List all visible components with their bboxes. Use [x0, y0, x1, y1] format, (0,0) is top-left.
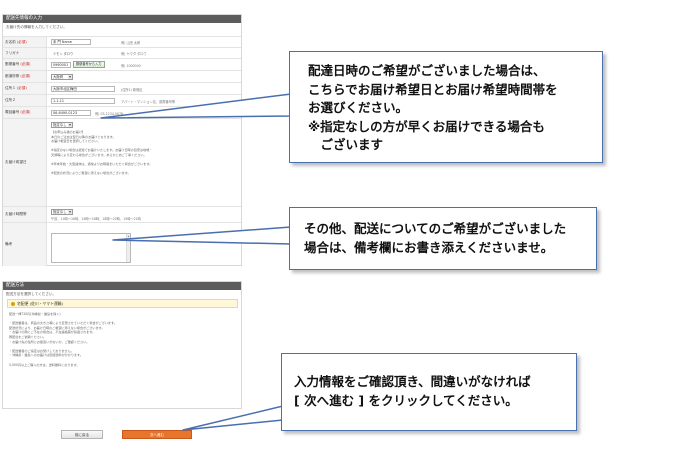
- delivery-time-label: お届け時間帯: [3, 207, 47, 222]
- postal-input[interactable]: 0960001: [51, 62, 71, 68]
- shipping-method-title: 配送方法: [3, 282, 241, 290]
- kana-row: フリガナ ミモン タロウ 例) ヤマダ タロウ: [3, 47, 241, 58]
- delivery-wish-label: お届け希望日: [3, 119, 47, 206]
- back-button[interactable]: 前に戻る: [61, 430, 103, 439]
- address2-input[interactable]: 1-1-11: [51, 98, 115, 104]
- delivery-time-hint: 午前、14時〜16時、16時〜18時、18時〜20時、19時〜21時: [51, 217, 141, 221]
- callout-date-time: 配達日時のご希望がございました場合は、 こちらでお届け希望日とお届け希望時間帯を…: [289, 51, 603, 163]
- address1-input[interactable]: 大阪市北区梅田: [51, 86, 115, 92]
- address2-row: 住所２ 1-1-11 アパート・マンション名、部屋番号等: [3, 94, 241, 106]
- shipping-method-note: 配送方法を選択してください。: [6, 292, 57, 296]
- prefecture-row: 都道府県 (必須) 大阪府: [3, 70, 241, 82]
- name-input[interactable]: 未 門 Name: [51, 39, 91, 45]
- prefecture-label: 都道府県 (必須): [3, 71, 47, 82]
- shipping-method-text: 配送一律720円(沖縄県・離島を除く) ・配送業者は、商品の大きさ等により変更さ…: [9, 312, 117, 367]
- delivery-date-select[interactable]: 指定なし: [51, 122, 73, 128]
- remarks-scrollbar[interactable]: ▴: [126, 234, 130, 262]
- phone-row: 電話番号 (必須) 06-6490-0123 例) 03-1234-5678: [3, 106, 241, 118]
- postal-hint: 例) 1000000: [121, 64, 141, 68]
- callout-confirm-text: 入力情報をご確認頂き、間違いがなければ [ 次へ進む ] をクリックしてください…: [294, 374, 531, 408]
- address1-row: 住所１ (必須) 大阪市北区梅田 (住所1) 新宿区: [3, 82, 241, 94]
- delivery-info-note: お届け先の情報を入力してください。: [6, 25, 67, 29]
- delivery-wish-text: 【お申込み後のお届け】 本日のご注文は翌日以降のお届けとなります。 お届け希望日…: [51, 130, 153, 176]
- postal-label: 郵便番号 (必須): [3, 59, 47, 70]
- delivery-wish-row: お届け希望日 指定なし 【お申込み後のお届け】 本日のご注文は翌日以降のお届けと…: [3, 118, 241, 206]
- phone-input[interactable]: 06-6490-0123: [51, 110, 91, 116]
- callout-confirm: 入力情報をご確認頂き、間違いがなければ [ 次へ進む ] をクリックしてください…: [281, 353, 577, 431]
- remarks-label: 備考: [3, 223, 47, 266]
- phone-hint: 例) 03-1234-5678: [95, 112, 124, 116]
- kana-label: フリガナ: [3, 48, 47, 58]
- address1-label: 住所１ (必須): [3, 83, 47, 94]
- kana-hint: 例) ヤマダ タロウ: [121, 52, 147, 56]
- address1-hint: (住所1) 新宿区: [121, 88, 143, 92]
- delivery-info-panel: 配送先情報の入力 お届け先の情報を入力してください。 お名前 (必須) 未 門 N…: [2, 14, 242, 266]
- callout-date-time-text: 配達日時のご希望がございました場合は、 こちらでお届け希望日とお届け希望時間帯を…: [308, 63, 558, 152]
- phone-label: 電話番号 (必須): [3, 107, 47, 118]
- shipping-method-panel: 配送方法 配送方法を選択してください。 宅配便 (佐川・ヤマト運輸) 配送一律7…: [2, 281, 242, 409]
- postal-lookup-button[interactable]: 郵便番号から入力: [73, 61, 105, 68]
- address2-label: 住所２: [3, 95, 47, 106]
- name-label: お名前 (必須): [3, 37, 47, 47]
- shipping-option[interactable]: 宅配便 (佐川・ヤマト運輸): [7, 299, 238, 308]
- name-hint: 例) 山田 太郎: [121, 41, 141, 45]
- delivery-time-select[interactable]: 指定なし: [51, 209, 73, 215]
- next-button[interactable]: 次へ進む: [122, 430, 192, 439]
- remarks-textarea[interactable]: ▴: [51, 233, 131, 263]
- postal-row: 郵便番号 (必須) 0960001 郵便番号から入力 例) 1000000: [3, 58, 241, 70]
- kana-value[interactable]: ミモン タロウ: [53, 51, 73, 56]
- delivery-time-row: お届け時間帯 指定なし 午前、14時〜16時、16時〜18時、18時〜20時、1…: [3, 206, 241, 222]
- address2-hint: アパート・マンション名、部屋番号等: [121, 100, 176, 104]
- radio-selected-icon[interactable]: [11, 302, 15, 306]
- delivery-info-title: 配送先情報の入力: [3, 15, 241, 23]
- pointer-confirm: [182, 405, 284, 431]
- name-row: お名前 (必須) 未 門 Name 例) 山田 太郎: [3, 36, 241, 47]
- callout-remarks-text: その他、配送についてのご希望がございました 場合は、備考欄にお書き添えくださいま…: [304, 221, 567, 255]
- callout-remarks: その他、配送についてのご希望がございました 場合は、備考欄にお書き添えくださいま…: [289, 207, 597, 270]
- remarks-row: 備考 ▴: [3, 222, 241, 266]
- prefecture-select[interactable]: 大阪府: [51, 74, 73, 80]
